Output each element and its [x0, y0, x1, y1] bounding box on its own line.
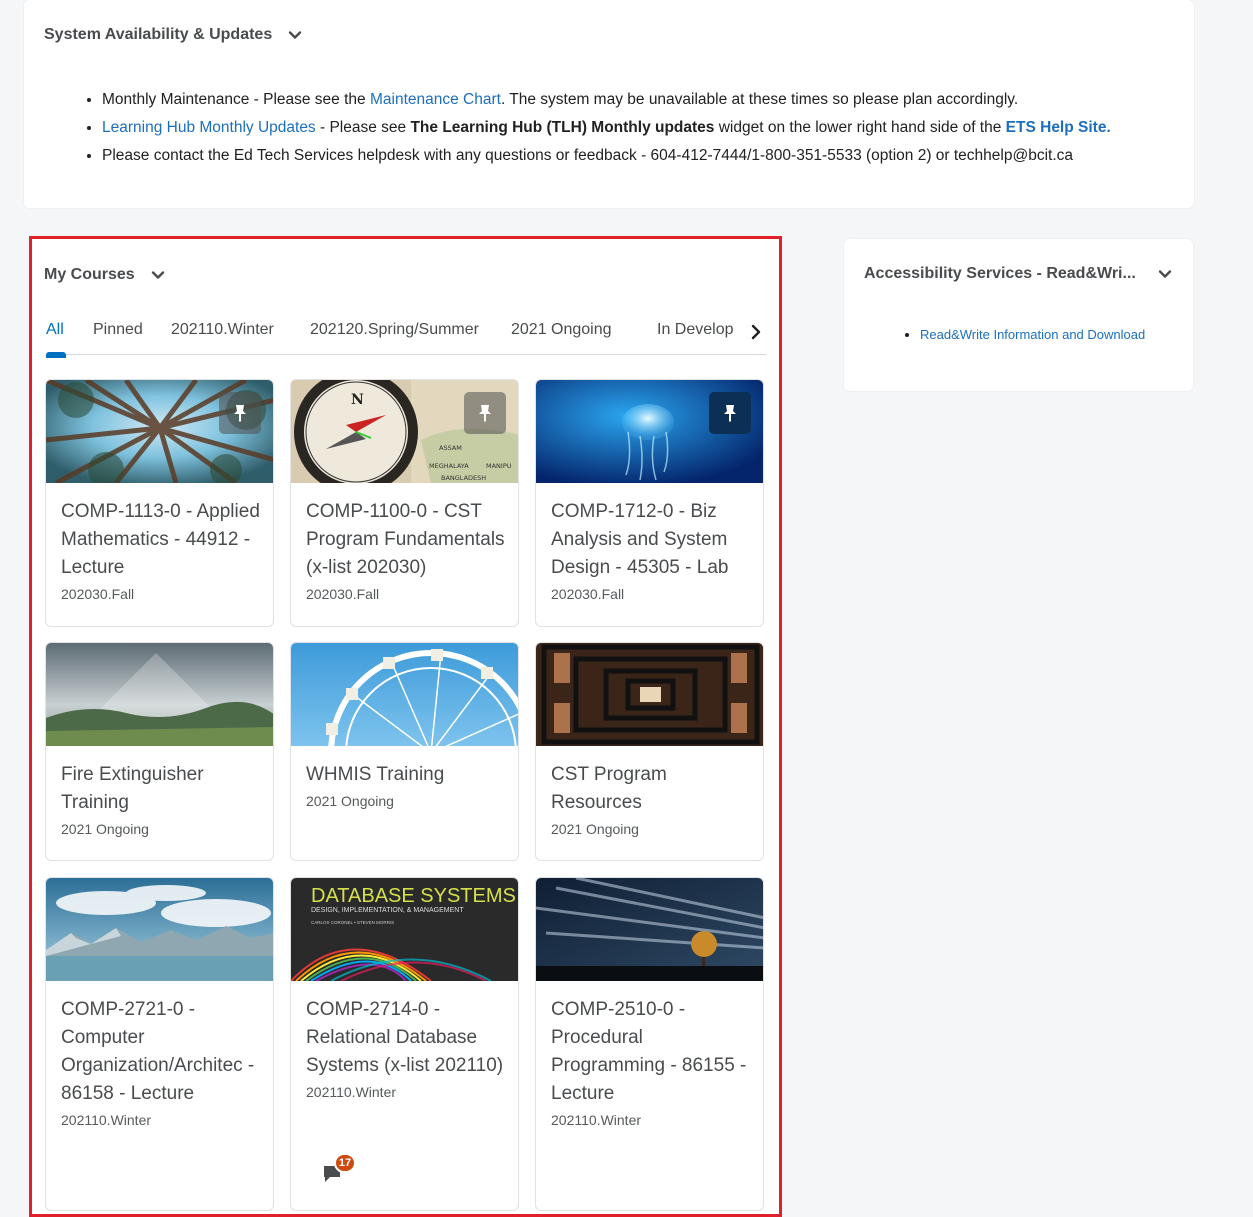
course-info: CST Program Resources 2021 Ongoing [551, 761, 756, 839]
map-label: MANIPU [486, 462, 512, 470]
course-info: COMP-2721-0 - Computer Organization/Arch… [61, 996, 266, 1130]
course-info: COMP-1100-0 - CST Program Fundamentals (… [306, 498, 511, 604]
my-courses-widget: My Courses All Pinned 202110.Winter 2021… [29, 236, 782, 1217]
course-info: Fire Extinguisher Training 2021 Ongoing [61, 761, 266, 839]
course-title[interactable]: COMP-2510-0 - Procedural Programming - 8… [551, 996, 756, 1108]
course-image-valley [46, 643, 273, 746]
pin-icon[interactable] [464, 392, 506, 434]
maintenance-chart-link[interactable]: Maintenance Chart [370, 91, 501, 108]
monthly-updates-link[interactable]: Learning Hub Monthly Updates [102, 119, 316, 136]
course-card[interactable]: N ASSAM MEGHALAYA BANGLADESH MANIPU COMP… [290, 379, 519, 627]
course-card[interactable]: COMP-1113-0 - Applied Mathematics - 4491… [45, 379, 274, 627]
ets-help-site-link[interactable]: ETS Help Site. [1006, 119, 1111, 136]
course-title[interactable]: COMP-1712-0 - Biz Analysis and System De… [551, 498, 756, 582]
course-term: 202030.Fall [551, 586, 625, 602]
list-item: Please contact the Ed Tech Services help… [102, 142, 1111, 170]
read-write-download-link[interactable]: Read&Write Information and Download [920, 327, 1145, 342]
chevron-right-icon[interactable] [749, 324, 763, 340]
pin-icon[interactable] [219, 392, 261, 434]
accessibility-links-list: Read&Write Information and Download [902, 327, 1145, 342]
chevron-down-icon[interactable] [288, 28, 302, 42]
course-tabs: All Pinned 202110.Winter 202120.Spring/S… [46, 318, 766, 358]
notification-badge: 17 [334, 1153, 356, 1173]
course-term: 202110.Winter [551, 1112, 642, 1128]
discussion-notification[interactable]: 17 [322, 1153, 358, 1187]
tab-pinned[interactable]: Pinned [93, 321, 143, 339]
chevron-down-icon[interactable] [1158, 267, 1172, 281]
map-label: ASSAM [439, 444, 462, 452]
course-term: 2021 Ongoing [306, 793, 394, 809]
my-courses-header[interactable]: My Courses [44, 266, 165, 284]
tab-2021-ongoing[interactable]: 2021 Ongoing [511, 321, 612, 339]
course-card[interactable]: CST Program Resources 2021 Ongoing [535, 642, 764, 861]
book-subtitle: DESIGN, IMPLEMENTATION, & MANAGEMENT [311, 907, 464, 914]
course-info: COMP-2714-0 - Relational Database System… [306, 996, 511, 1102]
list-item: Learning Hub Monthly Updates - Please se… [102, 114, 1111, 142]
course-card[interactable]: COMP-1712-0 - Biz Analysis and System De… [535, 379, 764, 627]
course-term: 202030.Fall [306, 586, 380, 602]
list-item: Read&Write Information and Download [920, 327, 1145, 342]
my-courses-title: My Courses [44, 266, 135, 283]
course-card[interactable]: COMP-2510-0 - Procedural Programming - 8… [535, 877, 764, 1211]
course-image-tree-night [536, 878, 763, 981]
system-availability-widget: System Availability & Updates Monthly Ma… [24, 0, 1194, 208]
course-info: COMP-1113-0 - Applied Mathematics - 4491… [61, 498, 266, 604]
course-term: 2021 Ongoing [551, 821, 639, 837]
course-title[interactable]: COMP-2714-0 - Relational Database System… [306, 996, 511, 1080]
course-card[interactable]: DATABASE SYSTEMS DESIGN, IMPLEMENTATION,… [290, 877, 519, 1211]
tab-202110-winter[interactable]: 202110.Winter [171, 321, 274, 339]
course-image-ferris-wheel [291, 643, 518, 746]
course-info: WHMIS Training 2021 Ongoing [306, 761, 511, 811]
course-title[interactable]: Fire Extinguisher Training [61, 761, 266, 817]
accessibility-widget-header[interactable]: Accessibility Services - Read&Wri... [864, 265, 1172, 283]
svg-text:N: N [351, 392, 364, 408]
system-widget-title: System Availability & Updates [44, 26, 273, 43]
course-title[interactable]: WHMIS Training [306, 761, 511, 789]
course-title[interactable]: COMP-2721-0 - Computer Organization/Arch… [61, 996, 266, 1108]
course-title[interactable]: COMP-1100-0 - CST Program Fundamentals (… [306, 498, 511, 582]
tab-all[interactable]: All [46, 321, 64, 339]
course-card[interactable]: COMP-2721-0 - Computer Organization/Arch… [45, 877, 274, 1211]
map-label: BANGLADESH [441, 474, 486, 482]
system-widget-header[interactable]: System Availability & Updates [44, 26, 302, 44]
map-label: MEGHALAYA [429, 462, 469, 470]
list-item: Monthly Maintenance - Please see the Mai… [102, 86, 1111, 114]
chevron-down-icon[interactable] [151, 268, 165, 282]
course-term: 202030.Fall [61, 586, 135, 602]
course-term: 202110.Winter [306, 1084, 397, 1100]
tab-202120-spring-summer[interactable]: 202120.Spring/Summer [310, 321, 479, 339]
active-tab-indicator [46, 352, 66, 358]
book-title: DATABASE SYSTEMS [311, 885, 516, 907]
course-image-tunnel [536, 643, 763, 746]
course-info: COMP-1712-0 - Biz Analysis and System De… [551, 498, 756, 604]
course-term: 202110.Winter [61, 1112, 152, 1128]
course-info: COMP-2510-0 - Procedural Programming - 8… [551, 996, 756, 1130]
course-term: 2021 Ongoing [61, 821, 149, 837]
book-authors: CARLOS CORONEL • STEVEN MORRIS [311, 920, 394, 925]
course-card[interactable]: Fire Extinguisher Training 2021 Ongoing [45, 642, 274, 861]
accessibility-widget: Accessibility Services - Read&Wri... Rea… [844, 239, 1193, 391]
course-title[interactable]: COMP-1113-0 - Applied Mathematics - 4491… [61, 498, 266, 582]
course-title[interactable]: CST Program Resources [551, 761, 756, 817]
pin-icon[interactable] [709, 392, 751, 434]
course-image-lake [46, 878, 273, 981]
system-updates-list: Monthly Maintenance - Please see the Mai… [80, 86, 1111, 170]
course-image-database-book: DATABASE SYSTEMS DESIGN, IMPLEMENTATION,… [291, 878, 518, 981]
tab-in-development[interactable]: In Develop [657, 321, 733, 339]
course-card[interactable]: WHMIS Training 2021 Ongoing [290, 642, 519, 861]
accessibility-widget-title: Accessibility Services - Read&Wri... [864, 265, 1136, 282]
